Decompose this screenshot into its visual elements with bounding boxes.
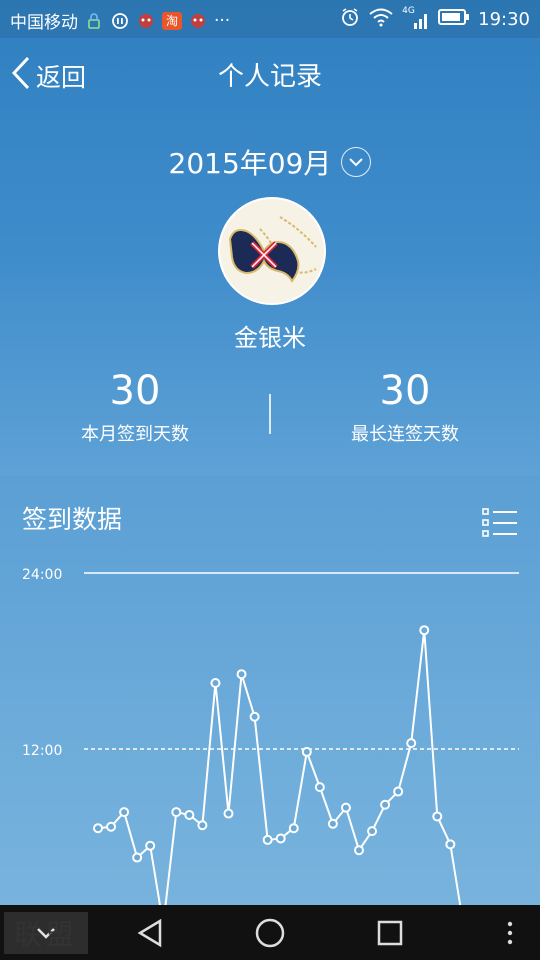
status-bar: 中国移动 淘 ··· 4G 19:30 — [0, 0, 540, 38]
stat-label: 最长连签天数 — [351, 424, 459, 445]
section-title: 签到数据 — [22, 505, 123, 534]
clock-label: 19:30 — [478, 9, 530, 30]
chevron-down-icon[interactable] — [341, 147, 372, 177]
mustache-necklace-image — [220, 199, 324, 303]
message-icon — [110, 12, 130, 30]
data-point — [106, 821, 117, 832]
menu-dots-icon[interactable] — [492, 915, 528, 951]
data-point — [223, 808, 234, 819]
data-point — [132, 852, 143, 863]
lock-icon — [84, 12, 104, 30]
page-title: 个人记录 — [217, 62, 322, 92]
signal-icon: 4G — [402, 6, 430, 30]
username: 金银米 — [234, 324, 306, 352]
data-point — [262, 834, 273, 845]
screen: 中国移动 淘 ··· 4G 19:30 返回 个人记录 2015年09月 金银米… — [0, 0, 540, 960]
data-point — [445, 839, 456, 850]
data-point — [367, 826, 378, 837]
data-point — [93, 823, 103, 834]
data-point — [288, 823, 299, 834]
battery-icon — [438, 8, 470, 31]
data-point — [340, 802, 351, 813]
stat-value: 30 — [109, 368, 161, 414]
stat-month-checkins: 30 本月签到天数 — [0, 368, 270, 446]
data-point — [432, 811, 443, 822]
home-circle-icon[interactable] — [252, 915, 288, 951]
data-point — [275, 833, 286, 844]
data-point — [119, 807, 130, 818]
data-point — [393, 786, 404, 797]
data-point — [249, 711, 260, 722]
stat-longest-streak: 30 最长连签天数 — [270, 368, 540, 446]
series-line — [97, 630, 462, 905]
carrier-label: 中国移动 — [10, 13, 78, 33]
data-point — [197, 820, 208, 831]
title-bar: 返回 个人记录 — [0, 40, 540, 110]
watermark: 联盟 — [4, 912, 88, 954]
data-point — [406, 738, 417, 749]
data-point — [184, 810, 195, 820]
month-selector[interactable]: 2015年09月 — [0, 142, 540, 182]
app-icon — [188, 12, 208, 30]
y-tick-label: 12:00 — [22, 743, 62, 759]
data-point — [236, 669, 247, 680]
wifi-icon — [368, 7, 394, 32]
data-point — [210, 678, 221, 688]
data-point — [314, 782, 325, 793]
taobao-icon: 淘 — [162, 11, 182, 30]
month-label: 2015年09月 — [168, 147, 332, 180]
data-point — [380, 799, 391, 810]
avatar[interactable] — [218, 197, 326, 305]
stat-label: 本月签到天数 — [81, 424, 189, 445]
alarm-icon — [340, 7, 360, 32]
y-tick-label: 24:00 — [22, 567, 62, 583]
stat-value: 30 — [379, 368, 431, 414]
back-triangle-icon[interactable] — [132, 915, 168, 951]
checkin-chart: 24:00 12:00 — [22, 567, 519, 905]
data-point — [419, 625, 430, 636]
data-point — [327, 818, 338, 829]
data-point — [145, 840, 156, 851]
data-point — [171, 807, 182, 818]
data-point — [301, 746, 312, 757]
data-point — [354, 845, 364, 856]
list-view-icon[interactable] — [482, 507, 518, 539]
status-right: 4G 19:30 — [340, 6, 530, 32]
app-icon — [136, 12, 156, 30]
more-icon: ··· — [214, 10, 231, 31]
status-left: 中国移动 淘 ··· — [10, 8, 231, 34]
recents-square-icon[interactable] — [372, 915, 408, 951]
